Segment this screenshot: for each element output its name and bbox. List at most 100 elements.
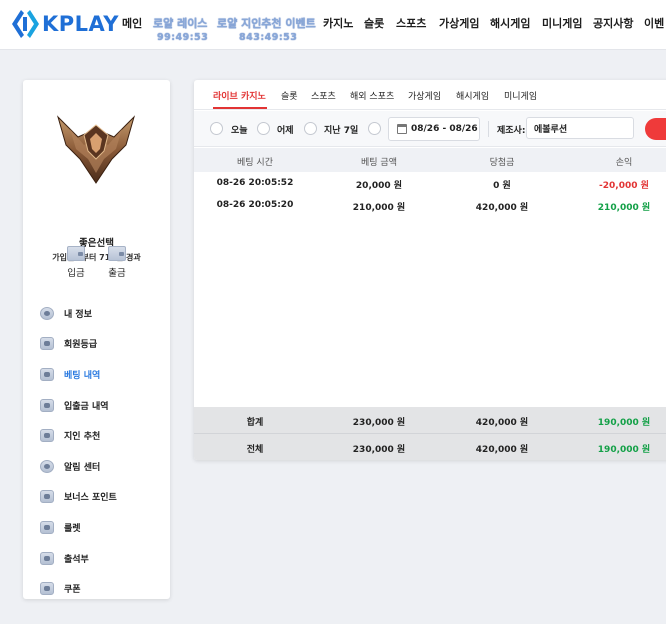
- summary-row-total: 전체 230,000 원 420,000 원 190,000 원: [194, 434, 666, 460]
- nav-royal-race[interactable]: 로얄 레이스: [153, 15, 207, 31]
- logo-mark-icon: [12, 10, 39, 38]
- radio-today[interactable]: [210, 122, 223, 135]
- withdraw-icon: [108, 246, 126, 261]
- nav-notice[interactable]: 공지사항: [593, 15, 633, 31]
- menu-label: 회원등급: [64, 340, 98, 351]
- date-range-picker[interactable]: 08/26 - 08/26: [388, 117, 480, 141]
- cell-bet-amount: 210,000 원: [352, 203, 406, 213]
- cell-bet-time: 08-26 20:05:20: [216, 200, 294, 210]
- search-button[interactable]: [645, 118, 666, 140]
- radio-last7-label: 지난 7일: [324, 126, 359, 136]
- game-category-tabs: 라이브 카지노 슬롯 스포츠 해외 스포츠 가상게임 해시게임 미니게임: [194, 80, 666, 110]
- divider: [488, 121, 489, 137]
- cell-winnings: 420,000 원: [475, 203, 529, 213]
- radio-custom[interactable]: [368, 122, 381, 135]
- cell-profit-loss: -20,000 원: [599, 181, 649, 191]
- column-winnings: 당첨금: [489, 158, 515, 168]
- cell-bet-time: 08-26 20:05:52: [216, 178, 294, 188]
- nav-casino[interactable]: 카지노: [323, 15, 353, 31]
- table-header: 베팅 시간 베팅 금액 당첨금 손익: [194, 148, 666, 172]
- summary-profit-loss: 190,000 원: [597, 445, 651, 455]
- roulette-icon: [40, 520, 54, 534]
- top-navigation-bar: KPLAY 메인 로얄 레이스 99:49:53 로얄 지인추천 이벤트 843…: [0, 0, 666, 50]
- tab-mini-game[interactable]: 미니게임: [504, 89, 537, 102]
- provider-value: 에볼루션: [534, 124, 568, 135]
- username: 좋은선택: [79, 238, 114, 249]
- menu-my-info[interactable]: 내 정보: [40, 298, 165, 329]
- withdraw-button[interactable]: 출금: [103, 246, 131, 279]
- nav-hash-game[interactable]: 해시게임: [490, 15, 530, 31]
- menu-coupon[interactable]: 쿠폰: [40, 573, 165, 604]
- calendar-icon: [397, 124, 407, 134]
- user-icon: [40, 306, 54, 320]
- menu-referral[interactable]: 지인 추천: [40, 420, 165, 451]
- tab-overseas-sports[interactable]: 해외 스포츠: [350, 89, 394, 102]
- menu-bonus-point[interactable]: 보너스 포인트: [40, 482, 165, 513]
- column-bet-time: 베팅 시간: [237, 158, 273, 168]
- attendance-icon: [40, 551, 54, 565]
- logo-text: KPLAY: [42, 12, 119, 36]
- site-logo[interactable]: KPLAY: [11, 9, 119, 39]
- deposit-button[interactable]: 입금: [62, 246, 90, 279]
- table-summary: 합계 230,000 원 420,000 원 190,000 원 전체 230,…: [194, 407, 666, 460]
- chat-icon: [40, 459, 54, 473]
- summary-winnings: 420,000 원: [475, 418, 529, 428]
- menu-roulette[interactable]: 룰렛: [40, 512, 165, 543]
- deposit-label: 입금: [67, 268, 85, 279]
- summary-bet-amount: 230,000 원: [352, 445, 406, 455]
- radio-last7[interactable]: [304, 122, 317, 135]
- menu-label: 룰렛: [64, 523, 81, 534]
- tab-live-casino[interactable]: 라이브 카지노: [213, 89, 266, 102]
- menu-label: 출석부: [64, 554, 89, 565]
- profile-sidebar: 좋은선택 가입일로부터 719일 경과 입금 출금 내 정보 회원등급 베팅 내…: [23, 80, 170, 599]
- nav-virtual-game[interactable]: 가상게임: [439, 15, 479, 31]
- summary-label: 합계: [246, 418, 264, 428]
- bonus-icon: [40, 490, 54, 504]
- menu-attendance[interactable]: 출석부: [40, 543, 165, 574]
- tab-hash-game[interactable]: 해시게임: [456, 89, 489, 102]
- tab-sports[interactable]: 스포츠: [311, 89, 336, 102]
- mail-icon: [40, 429, 54, 443]
- menu-label: 보너스 포인트: [64, 493, 117, 504]
- menu-betting-history[interactable]: 베팅 내역: [40, 359, 165, 390]
- menu-label: 지인 추천: [64, 432, 101, 443]
- table-row: 08-26 20:05:20 210,000 원 420,000 원 210,0…: [194, 195, 666, 217]
- menu-label: 알림 센터: [64, 462, 101, 473]
- cell-profit-loss: 210,000 원: [597, 203, 651, 213]
- radio-yesterday[interactable]: [257, 122, 270, 135]
- membership-duration: 가입일로부터 719일 경과: [52, 253, 141, 262]
- cell-bet-amount: 20,000 원: [355, 181, 403, 191]
- nav-event[interactable]: 이벤: [644, 15, 664, 31]
- menu-member-level[interactable]: 회원등급: [40, 329, 165, 360]
- menu-label: 내 정보: [64, 309, 92, 320]
- summary-profit-loss: 190,000 원: [597, 418, 651, 428]
- badge-icon: [40, 337, 54, 351]
- rank-emblem-icon: [56, 115, 136, 184]
- tab-slot[interactable]: 슬롯: [281, 89, 298, 102]
- provider-select[interactable]: 에볼루션: [526, 117, 634, 139]
- referral-event-timer: 843:49:53: [239, 32, 298, 43]
- coupon-icon: [40, 582, 54, 596]
- provider-label: 제조사:: [497, 126, 526, 136]
- menu-transaction-history[interactable]: 입출금 내역: [40, 390, 165, 421]
- nav-royal-referral-event[interactable]: 로얄 지인추천 이벤트: [217, 15, 316, 31]
- withdraw-label: 출금: [108, 268, 126, 279]
- summary-winnings: 420,000 원: [475, 445, 529, 455]
- royal-race-timer: 99:49:53: [157, 32, 209, 43]
- nav-slot[interactable]: 슬롯: [364, 15, 384, 31]
- nav-sports[interactable]: 스포츠: [396, 15, 426, 31]
- active-tab-indicator: [213, 107, 267, 109]
- radio-today-label: 오늘: [231, 126, 248, 136]
- tab-virtual-game[interactable]: 가상게임: [408, 89, 441, 102]
- deposit-icon: [67, 246, 85, 261]
- summary-row-subtotal: 합계 230,000 원 420,000 원 190,000 원: [194, 407, 666, 433]
- nav-main[interactable]: 메인: [122, 15, 142, 31]
- summary-bet-amount: 230,000 원: [352, 418, 406, 428]
- column-bet-amount: 베팅 금액: [361, 158, 397, 168]
- table-row: 08-26 20:05:52 20,000 원 0 원 -20,000 원: [194, 173, 666, 195]
- nav-mini-game[interactable]: 미니게임: [542, 15, 582, 31]
- radio-yesterday-label: 어제: [277, 126, 294, 136]
- menu-label: 입출금 내역: [64, 401, 109, 412]
- menu-notification-center[interactable]: 알림 센터: [40, 451, 165, 482]
- date-range-value: 08/26 - 08/26: [411, 124, 478, 134]
